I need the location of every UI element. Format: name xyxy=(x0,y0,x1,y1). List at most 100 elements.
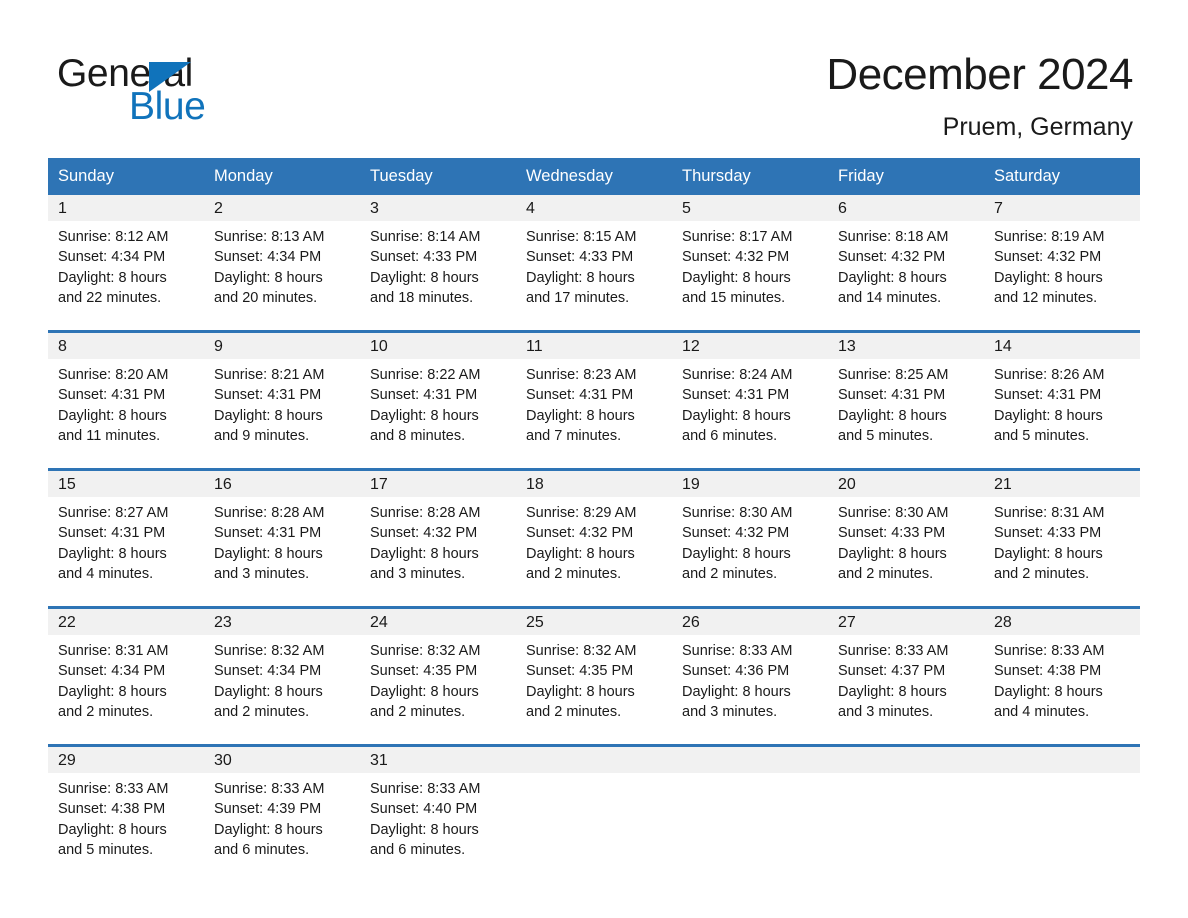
day-cell[interactable]: 7 Sunrise: 8:19 AM Sunset: 4:32 PM Dayli… xyxy=(984,195,1140,332)
day-cell-empty xyxy=(672,744,828,882)
day-cell[interactable]: 8 Sunrise: 8:20 AM Sunset: 4:31 PM Dayli… xyxy=(48,330,204,470)
day-cell[interactable]: 20 Sunrise: 8:30 AM Sunset: 4:33 PM Dayl… xyxy=(828,468,984,608)
sunrise-text: Sunrise: 8:33 AM xyxy=(58,781,169,797)
day-number xyxy=(516,747,672,773)
day-details: Sunrise: 8:20 AM Sunset: 4:31 PM Dayligh… xyxy=(48,359,204,446)
day-details: Sunrise: 8:15 AM Sunset: 4:33 PM Dayligh… xyxy=(516,221,672,308)
day-cell[interactable]: 16 Sunrise: 8:28 AM Sunset: 4:31 PM Dayl… xyxy=(204,468,360,608)
daylight-text-line2: and 8 minutes. xyxy=(370,427,466,444)
day-number: 23 xyxy=(204,609,360,635)
day-details: Sunrise: 8:33 AM Sunset: 4:36 PM Dayligh… xyxy=(672,635,828,722)
daylight-text-line2: and 5 minutes. xyxy=(58,841,154,858)
day-cell[interactable]: 21 Sunrise: 8:31 AM Sunset: 4:33 PM Dayl… xyxy=(984,468,1140,608)
day-details: Sunrise: 8:27 AM Sunset: 4:31 PM Dayligh… xyxy=(48,497,204,584)
sunrise-text: Sunrise: 8:33 AM xyxy=(994,643,1105,659)
day-number: 2 xyxy=(204,195,360,221)
day-cell[interactable]: 11 Sunrise: 8:23 AM Sunset: 4:31 PM Dayl… xyxy=(516,330,672,470)
sunrise-text: Sunrise: 8:12 AM xyxy=(58,229,169,245)
day-details: Sunrise: 8:28 AM Sunset: 4:32 PM Dayligh… xyxy=(360,497,516,584)
daylight-text-line2: and 3 minutes. xyxy=(214,565,310,582)
day-cell[interactable]: 24 Sunrise: 8:32 AM Sunset: 4:35 PM Dayl… xyxy=(360,606,516,746)
day-number: 22 xyxy=(48,609,204,635)
sunset-text: Sunset: 4:31 PM xyxy=(214,387,322,404)
brand-logo[interactable]: General Blue xyxy=(57,53,317,129)
day-cell[interactable]: 4 Sunrise: 8:15 AM Sunset: 4:33 PM Dayli… xyxy=(516,195,672,332)
day-cell[interactable]: 10 Sunrise: 8:22 AM Sunset: 4:31 PM Dayl… xyxy=(360,330,516,470)
sunrise-text: Sunrise: 8:30 AM xyxy=(682,505,793,521)
weekday-header-friday: Friday xyxy=(828,158,984,195)
weekday-header-wednesday: Wednesday xyxy=(516,158,672,195)
sunset-text: Sunset: 4:32 PM xyxy=(838,249,946,266)
daylight-text-line1: Daylight: 8 hours xyxy=(214,683,323,700)
day-cell[interactable]: 2 Sunrise: 8:13 AM Sunset: 4:34 PM Dayli… xyxy=(204,195,360,332)
day-details: Sunrise: 8:28 AM Sunset: 4:31 PM Dayligh… xyxy=(204,497,360,584)
day-number: 18 xyxy=(516,471,672,497)
sunset-text: Sunset: 4:31 PM xyxy=(994,387,1102,404)
daylight-text-line1: Daylight: 8 hours xyxy=(838,545,947,562)
day-details: Sunrise: 8:25 AM Sunset: 4:31 PM Dayligh… xyxy=(828,359,984,446)
day-cell[interactable]: 27 Sunrise: 8:33 AM Sunset: 4:37 PM Dayl… xyxy=(828,606,984,746)
daylight-text-line2: and 5 minutes. xyxy=(838,427,934,444)
sunrise-text: Sunrise: 8:24 AM xyxy=(682,367,793,383)
day-number: 28 xyxy=(984,609,1140,635)
daylight-text-line1: Daylight: 8 hours xyxy=(526,269,635,286)
sunrise-text: Sunrise: 8:31 AM xyxy=(58,643,169,659)
day-cell[interactable]: 1 Sunrise: 8:12 AM Sunset: 4:34 PM Dayli… xyxy=(48,195,204,332)
day-cell[interactable]: 9 Sunrise: 8:21 AM Sunset: 4:31 PM Dayli… xyxy=(204,330,360,470)
day-number: 31 xyxy=(360,747,516,773)
day-cell[interactable]: 22 Sunrise: 8:31 AM Sunset: 4:34 PM Dayl… xyxy=(48,606,204,746)
day-number: 3 xyxy=(360,195,516,221)
day-number: 5 xyxy=(672,195,828,221)
sunrise-text: Sunrise: 8:27 AM xyxy=(58,505,169,521)
day-details: Sunrise: 8:31 AM Sunset: 4:34 PM Dayligh… xyxy=(48,635,204,722)
weekday-header-tuesday: Tuesday xyxy=(360,158,516,195)
day-cell-empty xyxy=(516,744,672,882)
daylight-text-line1: Daylight: 8 hours xyxy=(370,269,479,286)
day-cell[interactable]: 28 Sunrise: 8:33 AM Sunset: 4:38 PM Dayl… xyxy=(984,606,1140,746)
daylight-text-line1: Daylight: 8 hours xyxy=(838,407,947,424)
calendar-header-row: Sunday Monday Tuesday Wednesday Thursday… xyxy=(48,158,1140,195)
day-number: 30 xyxy=(204,747,360,773)
day-cell[interactable]: 5 Sunrise: 8:17 AM Sunset: 4:32 PM Dayli… xyxy=(672,195,828,332)
sunset-text: Sunset: 4:31 PM xyxy=(370,387,478,404)
daylight-text-line2: and 7 minutes. xyxy=(526,427,622,444)
sunset-text: Sunset: 4:36 PM xyxy=(682,663,790,680)
day-cell[interactable]: 23 Sunrise: 8:32 AM Sunset: 4:34 PM Dayl… xyxy=(204,606,360,746)
sunset-text: Sunset: 4:33 PM xyxy=(838,525,946,542)
day-cell[interactable]: 17 Sunrise: 8:28 AM Sunset: 4:32 PM Dayl… xyxy=(360,468,516,608)
calendar-body: 1 Sunrise: 8:12 AM Sunset: 4:34 PM Dayli… xyxy=(48,195,1140,882)
daylight-text-line1: Daylight: 8 hours xyxy=(214,545,323,562)
day-cell[interactable]: 30 Sunrise: 8:33 AM Sunset: 4:39 PM Dayl… xyxy=(204,744,360,882)
daylight-text-line2: and 17 minutes. xyxy=(526,289,630,306)
day-cell[interactable]: 31 Sunrise: 8:33 AM Sunset: 4:40 PM Dayl… xyxy=(360,744,516,882)
day-cell-empty xyxy=(984,744,1140,882)
daylight-text-line1: Daylight: 8 hours xyxy=(682,269,791,286)
day-number: 12 xyxy=(672,333,828,359)
sunset-text: Sunset: 4:39 PM xyxy=(214,801,322,818)
day-details: Sunrise: 8:13 AM Sunset: 4:34 PM Dayligh… xyxy=(204,221,360,308)
day-cell[interactable]: 6 Sunrise: 8:18 AM Sunset: 4:32 PM Dayli… xyxy=(828,195,984,332)
daylight-text-line1: Daylight: 8 hours xyxy=(994,683,1103,700)
day-cell[interactable]: 29 Sunrise: 8:33 AM Sunset: 4:38 PM Dayl… xyxy=(48,744,204,882)
sunset-text: Sunset: 4:32 PM xyxy=(682,249,790,266)
brand-name-blue: Blue xyxy=(129,85,206,128)
day-cell[interactable]: 18 Sunrise: 8:29 AM Sunset: 4:32 PM Dayl… xyxy=(516,468,672,608)
day-cell[interactable]: 12 Sunrise: 8:24 AM Sunset: 4:31 PM Dayl… xyxy=(672,330,828,470)
day-cell[interactable]: 26 Sunrise: 8:33 AM Sunset: 4:36 PM Dayl… xyxy=(672,606,828,746)
calendar-page: General Blue December 2024 Pruem, German… xyxy=(0,0,1188,918)
day-number: 19 xyxy=(672,471,828,497)
day-details: Sunrise: 8:24 AM Sunset: 4:31 PM Dayligh… xyxy=(672,359,828,446)
daylight-text-line2: and 4 minutes. xyxy=(58,565,154,582)
daylight-text-line1: Daylight: 8 hours xyxy=(370,683,479,700)
day-cell[interactable]: 25 Sunrise: 8:32 AM Sunset: 4:35 PM Dayl… xyxy=(516,606,672,746)
sunrise-text: Sunrise: 8:25 AM xyxy=(838,367,949,383)
day-cell[interactable]: 3 Sunrise: 8:14 AM Sunset: 4:33 PM Dayli… xyxy=(360,195,516,332)
sunset-text: Sunset: 4:31 PM xyxy=(58,525,166,542)
sunrise-text: Sunrise: 8:18 AM xyxy=(838,229,949,245)
day-cell[interactable]: 14 Sunrise: 8:26 AM Sunset: 4:31 PM Dayl… xyxy=(984,330,1140,470)
sunrise-text: Sunrise: 8:13 AM xyxy=(214,229,325,245)
day-cell[interactable]: 19 Sunrise: 8:30 AM Sunset: 4:32 PM Dayl… xyxy=(672,468,828,608)
day-cell[interactable]: 13 Sunrise: 8:25 AM Sunset: 4:31 PM Dayl… xyxy=(828,330,984,470)
sunset-text: Sunset: 4:34 PM xyxy=(214,663,322,680)
day-cell[interactable]: 15 Sunrise: 8:27 AM Sunset: 4:31 PM Dayl… xyxy=(48,468,204,608)
